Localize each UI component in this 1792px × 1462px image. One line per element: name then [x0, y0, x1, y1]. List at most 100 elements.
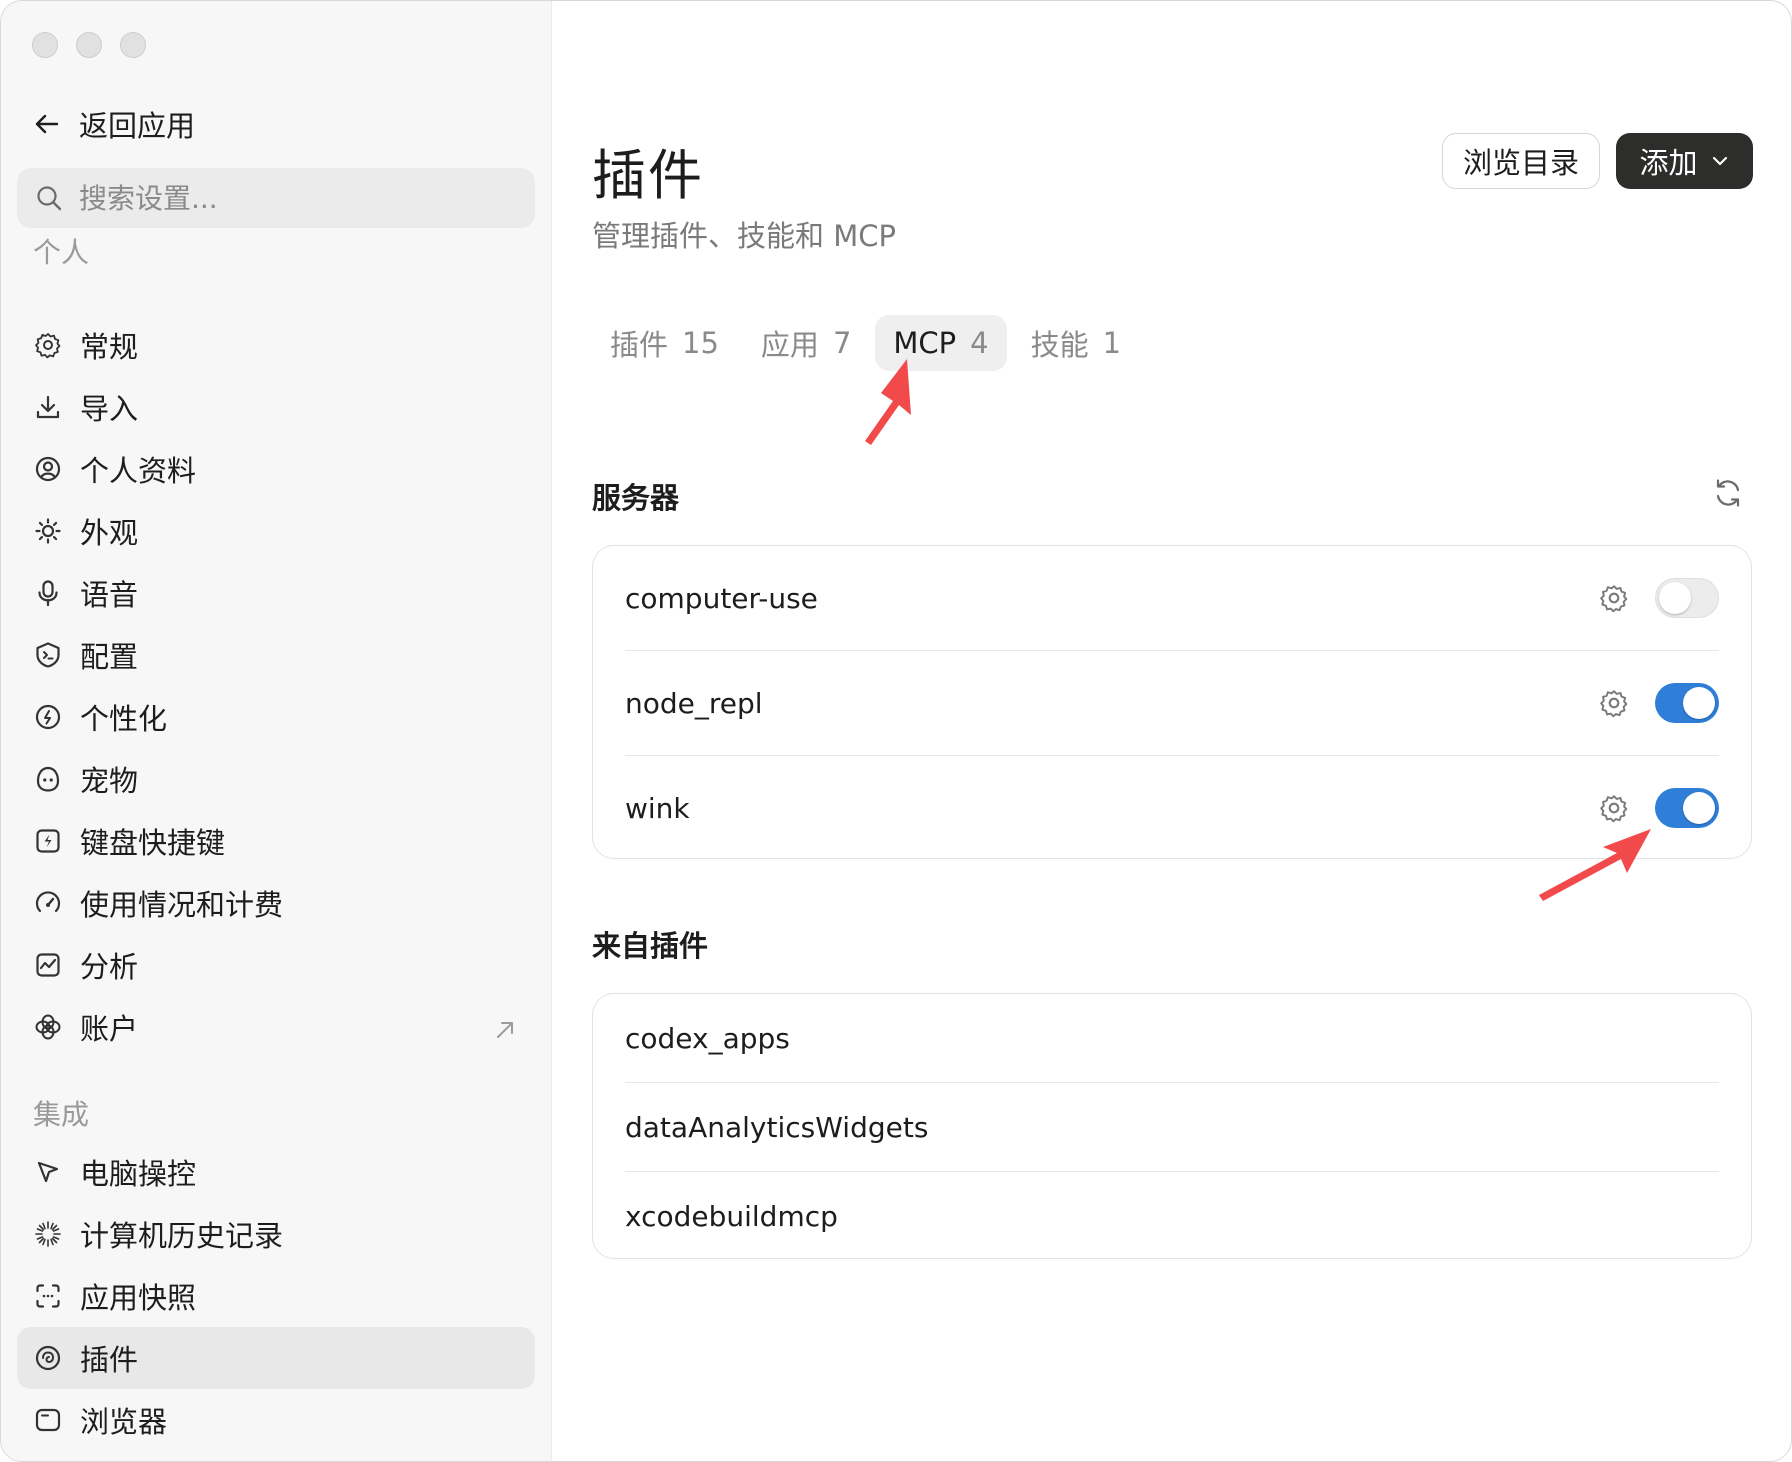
profile-icon — [34, 455, 62, 483]
servers-section-title: 服务器 — [592, 481, 680, 515]
tab-apps[interactable]: 应用 7 — [743, 315, 869, 371]
sidebar-item-personalization[interactable]: 个性化 — [17, 686, 535, 748]
page-subtitle: 管理插件、技能和 MCP — [592, 219, 896, 253]
arrow-left-icon — [35, 114, 59, 134]
from-plugins-section-title: 来自插件 — [592, 929, 709, 963]
sidebar-item-label: 个人资料 — [80, 454, 197, 488]
gear-icon[interactable] — [1599, 793, 1629, 823]
server-toggle[interactable] — [1655, 788, 1719, 828]
sidebar-item-pet[interactable]: 宠物 — [17, 748, 535, 810]
sidebar-item-profile[interactable]: 个人资料 — [17, 438, 535, 500]
sidebar-item-label: 插件 — [80, 1343, 139, 1377]
servers-card: computer-use node_repl wink — [592, 545, 1752, 859]
account-icon — [34, 1013, 62, 1041]
sidebar-item-config[interactable]: 配置 — [17, 624, 535, 686]
tab-label: 插件 — [610, 328, 669, 362]
sidebar-item-label: 导入 — [80, 392, 139, 426]
sidebar-item-keyboard-shortcuts[interactable]: 键盘快捷键 — [17, 810, 535, 872]
page-title: 插件 — [592, 144, 704, 207]
search-input[interactable] — [77, 180, 501, 216]
server-name: wink — [625, 791, 690, 825]
sidebar-item-label: 语音 — [80, 578, 139, 612]
sidebar-item-label: 应用快照 — [80, 1281, 197, 1315]
tab-count: 1 — [1102, 326, 1122, 360]
zoom-window-button[interactable] — [120, 32, 146, 58]
server-row: node_repl — [625, 651, 1719, 756]
sidebar-item-label: 计算机历史记录 — [80, 1219, 284, 1253]
main-panel: 插件 管理插件、技能和 MCP 浏览目录 添加 插件 15 应用 7 MCP 4… — [552, 1, 1791, 1461]
sidebar-item-import[interactable]: 导入 — [17, 376, 535, 438]
sidebar-item-appearance[interactable]: 外观 — [17, 500, 535, 562]
tab-skills[interactable]: 技能 1 — [1013, 315, 1139, 371]
add-button[interactable]: 添加 — [1616, 133, 1753, 189]
server-toggle[interactable] — [1655, 683, 1719, 723]
gear-icon[interactable] — [1599, 583, 1629, 613]
sidebar-item-browser[interactable]: 浏览器 — [17, 1389, 535, 1451]
integrations-nav: 电脑操控 计算机历史记录 应用快照 插件 浏览器 — [17, 1141, 535, 1451]
tab-label: MCP — [893, 326, 957, 360]
tab-count: 4 — [970, 326, 989, 360]
plugin-icon — [34, 1344, 62, 1372]
tab-label: 应用 — [760, 328, 819, 362]
sidebar-item-general[interactable]: 常规 — [17, 314, 535, 376]
minimize-window-button[interactable] — [76, 32, 102, 58]
plugin-server-row: codex_apps — [625, 994, 1719, 1083]
server-row: computer-use — [625, 546, 1719, 651]
personal-section-label: 个人 — [33, 236, 90, 269]
chart-icon — [34, 951, 62, 979]
tab-bar: 插件 15 应用 7 MCP 4 技能 1 — [592, 315, 1139, 371]
chevron-down-icon — [1712, 156, 1727, 166]
server-toggle[interactable] — [1655, 578, 1719, 618]
gear-icon[interactable] — [1599, 688, 1629, 718]
sidebar-item-account[interactable]: 账户 — [17, 996, 535, 1058]
tab-plugins[interactable]: 插件 15 — [592, 315, 737, 371]
download-icon — [34, 393, 62, 421]
integrations-section-label: 集成 — [33, 1098, 90, 1131]
terminal-shield-icon — [34, 641, 62, 669]
add-button-label: 添加 — [1639, 146, 1698, 180]
sidebar-item-computer-history[interactable]: 计算机历史记录 — [17, 1203, 535, 1265]
tab-label: 技能 — [1030, 328, 1089, 362]
back-to-app-button[interactable]: 返回应用 — [33, 104, 195, 144]
plugin-server-name: codex_apps — [625, 1021, 790, 1055]
window-controls — [32, 32, 146, 58]
close-window-button[interactable] — [32, 32, 58, 58]
plugin-server-name: xcodebuildmcp — [625, 1199, 838, 1233]
server-row: wink — [625, 756, 1719, 860]
personalize-icon — [34, 703, 62, 731]
plugin-server-row: dataAnalyticsWidgets — [625, 1083, 1719, 1172]
server-name: computer-use — [625, 581, 818, 615]
sidebar-item-voice[interactable]: 语音 — [17, 562, 535, 624]
toggle-knob — [1683, 792, 1715, 824]
plugin-server-row: xcodebuildmcp — [625, 1172, 1719, 1260]
search-box[interactable] — [17, 168, 535, 228]
sidebar-item-computer-control[interactable]: 电脑操控 — [17, 1141, 535, 1203]
sidebar-item-usage-billing[interactable]: 使用情况和计费 — [17, 872, 535, 934]
personal-nav: 常规 导入 个人资料 外观 语音 配置 个性化 宠物 键盘快捷键 使用情况和计费… — [17, 314, 535, 1058]
settings-window: 返回应用 个人 常规 导入 — [0, 0, 1792, 1462]
toggle-knob — [1683, 687, 1715, 719]
plugin-servers-card: codex_apps dataAnalyticsWidgets xcodebui… — [592, 993, 1752, 1259]
sidebar-item-label: 个性化 — [80, 702, 168, 736]
tab-count: 7 — [832, 326, 852, 360]
sidebar-item-label: 外观 — [80, 516, 139, 550]
refresh-icon[interactable] — [1710, 475, 1746, 511]
back-label: 返回应用 — [79, 109, 196, 143]
sidebar-item-app-snapshot[interactable]: 应用快照 — [17, 1265, 535, 1327]
gauge-icon — [34, 889, 62, 917]
cursor-icon — [34, 1158, 62, 1186]
browser-icon — [34, 1406, 62, 1434]
search-icon — [37, 186, 62, 211]
sidebar: 返回应用 个人 常规 导入 — [1, 1, 552, 1461]
sidebar-item-label: 浏览器 — [80, 1405, 168, 1439]
server-name: node_repl — [625, 686, 763, 720]
sidebar-item-plugins[interactable]: 插件 — [17, 1327, 535, 1389]
tab-mcp[interactable]: MCP 4 — [875, 315, 1007, 371]
sidebar-item-label: 宠物 — [80, 764, 139, 798]
sun-icon — [34, 517, 62, 545]
sidebar-item-analytics[interactable]: 分析 — [17, 934, 535, 996]
browse-catalog-button[interactable]: 浏览目录 — [1442, 133, 1600, 189]
sidebar-item-label: 键盘快捷键 — [80, 826, 226, 860]
keyboard-shortcut-icon — [34, 827, 62, 855]
sidebar-item-label: 使用情况和计费 — [80, 888, 284, 922]
